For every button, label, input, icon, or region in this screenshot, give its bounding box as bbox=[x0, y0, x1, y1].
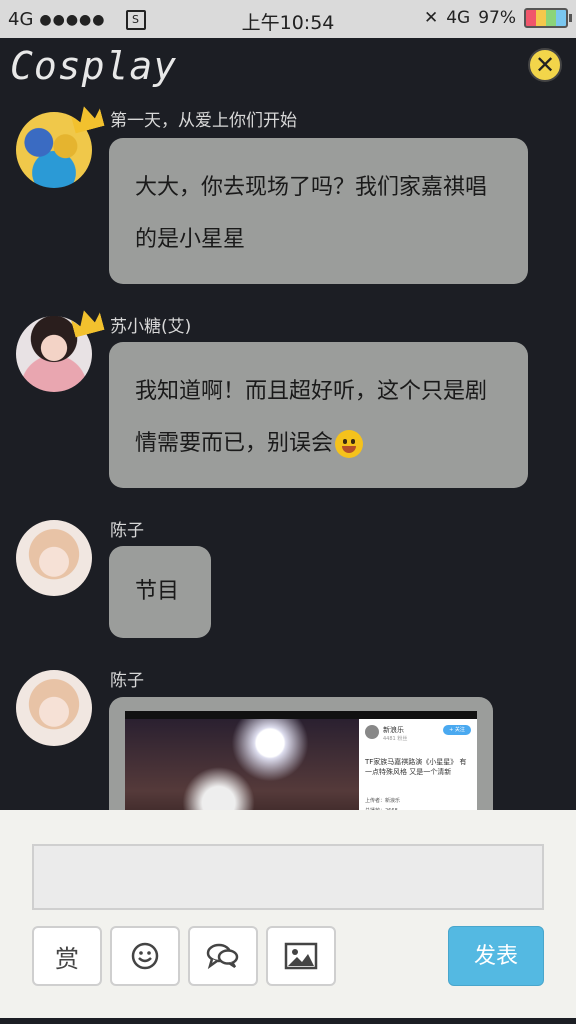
sender-name: 陈子 bbox=[110, 671, 144, 691]
close-icon[interactable]: ✕ bbox=[528, 48, 562, 82]
uploader-name: 新浪乐 bbox=[383, 726, 404, 734]
uploader-avatar bbox=[365, 725, 379, 739]
message-bubble[interactable]: 我知道啊！而且超好听，这个只是剧情需要而已，别误会 bbox=[109, 342, 528, 488]
reward-button[interactable]: 赏 bbox=[32, 926, 102, 986]
battery-percent: 97% bbox=[478, 8, 516, 28]
avatar[interactable] bbox=[16, 520, 92, 596]
status-right: ✕ 4G 97% bbox=[423, 8, 572, 28]
reward-label: 赏 bbox=[55, 944, 79, 973]
sender-name: 陈子 bbox=[110, 521, 144, 541]
follow-button: + 关注 bbox=[443, 725, 471, 735]
mute-icon: ✕ bbox=[423, 8, 439, 28]
emoji-button[interactable] bbox=[110, 926, 180, 986]
comments-button[interactable] bbox=[188, 926, 258, 986]
video-description: TF家族马嘉祺路演《小星星》 有一点特殊风格 又是一个清新 bbox=[365, 758, 467, 776]
image-button[interactable] bbox=[266, 926, 336, 986]
page-title: Cosplay bbox=[10, 44, 178, 88]
sender-name: 第一天，从爱上你们开始 bbox=[110, 111, 297, 131]
image-icon bbox=[284, 942, 318, 970]
chat-bubbles-icon bbox=[206, 943, 239, 970]
status-bar: 4G ●●●●● S 上午10:54 ✕ 4G 97% bbox=[0, 0, 576, 38]
network-type-right: 4G bbox=[446, 8, 471, 28]
screenshot-status-bar bbox=[125, 711, 477, 719]
video-meta-uploader: 上传者：新浪乐 bbox=[365, 798, 401, 804]
uploader-followers: 4481 粉丝 bbox=[383, 736, 408, 742]
battery-icon bbox=[524, 8, 572, 28]
bottom-strip bbox=[0, 1018, 576, 1024]
message-bubble[interactable]: 大大，你去现场了吗？我们家嘉祺唱的是小星星 bbox=[109, 138, 528, 284]
sender-name: 苏小糖(艾) bbox=[110, 317, 192, 337]
send-button[interactable]: 发表 bbox=[448, 926, 544, 986]
message-text: 节目 bbox=[135, 579, 180, 604]
emoji-icon bbox=[131, 942, 159, 970]
message-input[interactable] bbox=[32, 844, 544, 910]
smiling-face-emoji bbox=[335, 430, 364, 458]
avatar[interactable] bbox=[16, 670, 92, 746]
composer: 赏 发表 bbox=[0, 810, 576, 1018]
message-text: 我知道啊！而且超好听，这个只是剧情需要而已，别误会 bbox=[135, 379, 488, 456]
message-bubble[interactable]: 节目 bbox=[109, 546, 211, 638]
message-text: 大大，你去现场了吗？我们家嘉祺唱的是小星星 bbox=[135, 175, 488, 252]
